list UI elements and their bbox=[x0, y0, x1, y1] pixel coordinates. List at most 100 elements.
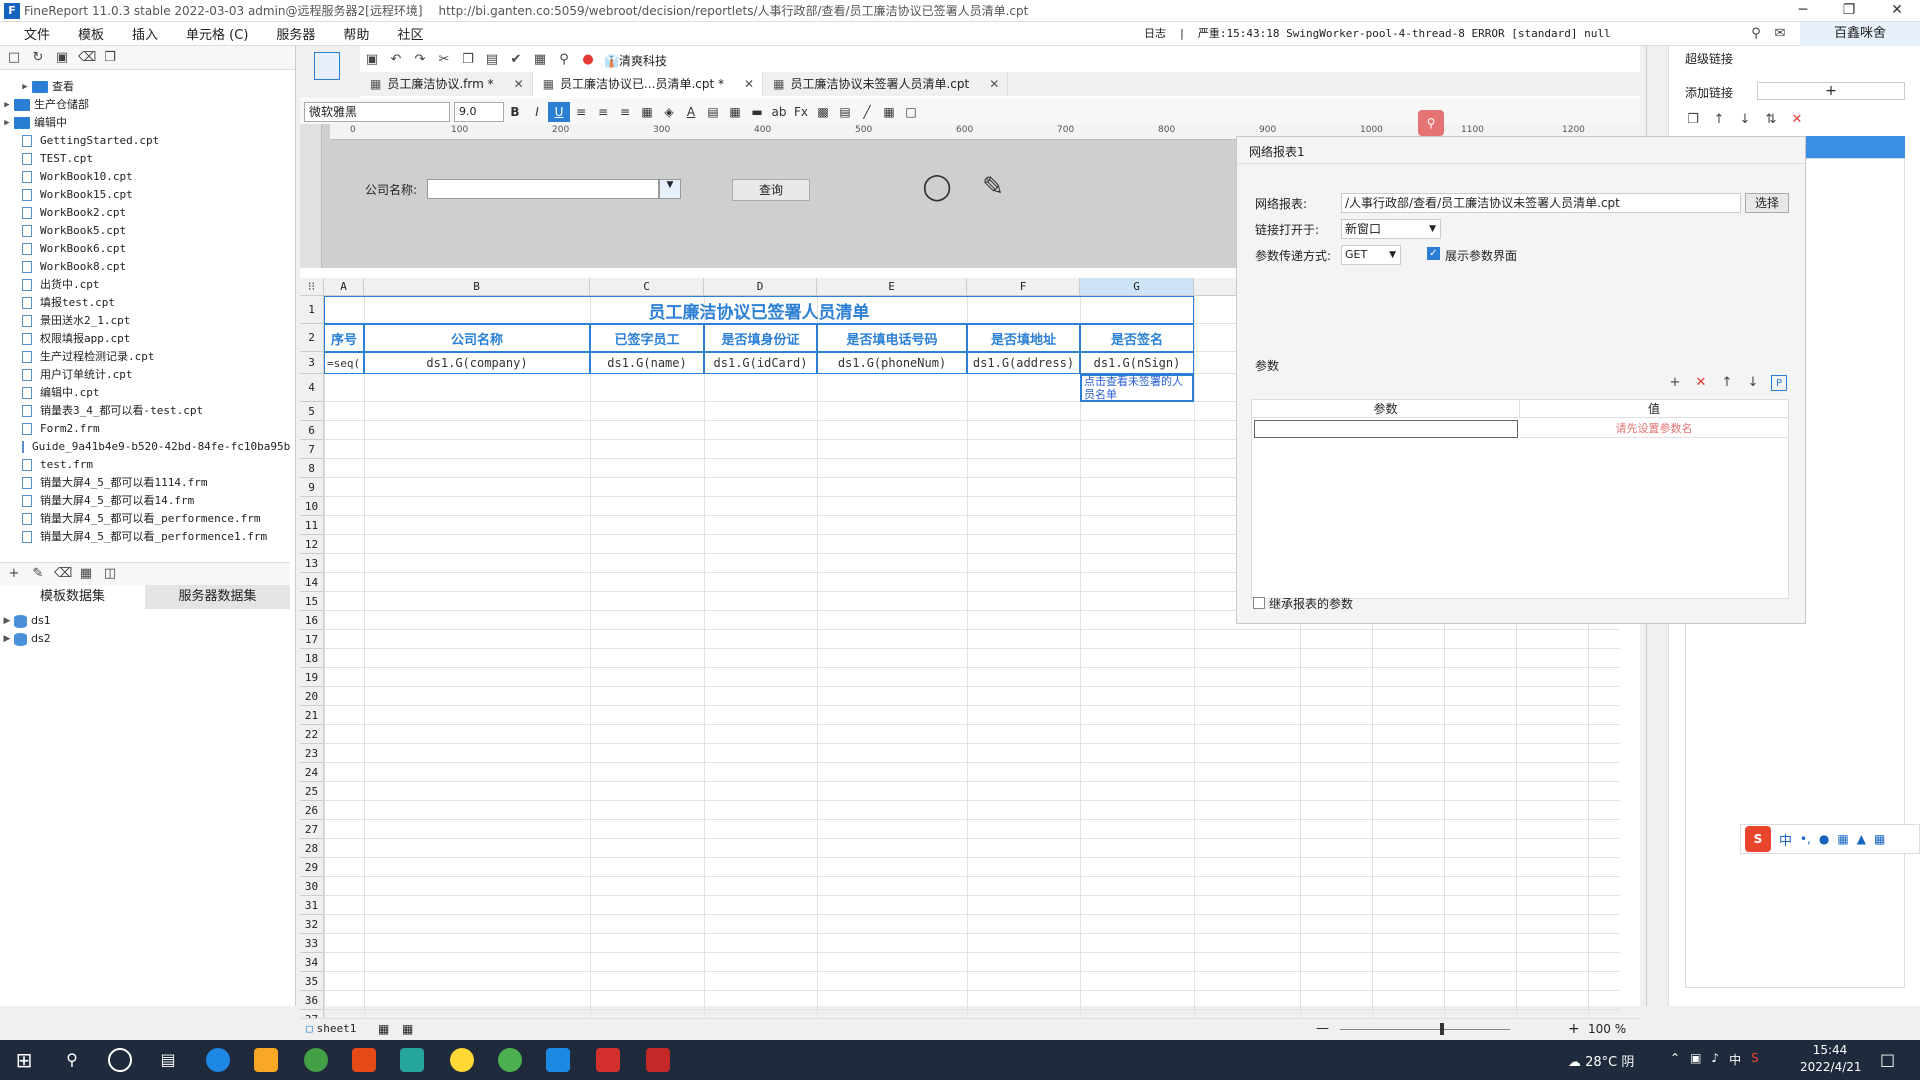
ime-tray-label[interactable]: 中 bbox=[1729, 1051, 1741, 1068]
sogou-tray-icon[interactable]: S bbox=[1751, 1051, 1759, 1068]
new-folder-icon[interactable]: □ bbox=[6, 50, 22, 66]
row-header[interactable]: 26 bbox=[300, 801, 324, 820]
delete-link-icon[interactable]: ✕ bbox=[1789, 112, 1805, 128]
menu-item-1[interactable]: 模板 bbox=[64, 24, 118, 43]
task-view-icon[interactable]: ▤ bbox=[156, 1048, 180, 1072]
dataset-item[interactable]: ▶ ds2 bbox=[0, 630, 290, 648]
insert-text-button[interactable]: ▬ bbox=[746, 102, 768, 122]
tree-item[interactable]: WorkBook10.cpt bbox=[0, 168, 290, 186]
row-header[interactable]: 10 bbox=[300, 497, 324, 516]
more-button[interactable]: □ bbox=[900, 102, 922, 122]
notification-icon[interactable]: □ bbox=[1880, 1050, 1895, 1069]
brand-button[interactable]: 👔清爽科技 bbox=[604, 52, 667, 69]
row-header[interactable]: 30 bbox=[300, 877, 324, 896]
menu-item-3[interactable]: 单元格 (C) bbox=[172, 24, 262, 43]
edit-dataset-icon[interactable]: ✎ bbox=[30, 566, 46, 582]
header-cell[interactable]: 是否签名 bbox=[1080, 324, 1194, 352]
tree-item[interactable]: 编辑中.cpt bbox=[0, 384, 290, 402]
merge-button[interactable]: ▤ bbox=[702, 102, 724, 122]
open-in-select[interactable]: 新窗口 ▼ bbox=[1341, 219, 1441, 239]
copy-cell-icon[interactable]: ❐ bbox=[460, 52, 476, 68]
report-type-icon[interactable] bbox=[314, 52, 340, 80]
row-header[interactable]: 22 bbox=[300, 725, 324, 744]
row-header[interactable]: 27 bbox=[300, 820, 324, 839]
zoom-in-button[interactable]: + bbox=[1568, 1021, 1580, 1037]
tree-item[interactable]: 销量大屏4_5_都可以看1114.frm bbox=[0, 474, 290, 492]
data-cell[interactable]: ds1.G(name) bbox=[590, 352, 704, 374]
sogou-icon[interactable]: S bbox=[1745, 826, 1771, 852]
column-header[interactable]: C bbox=[590, 278, 704, 296]
server-dataset-icon[interactable]: ◫ bbox=[102, 566, 118, 582]
tree-item[interactable]: Guide_9a41b4e9-b520-42bd-84fe-fc10ba95b7 bbox=[0, 438, 290, 456]
hyperlink-cell[interactable]: 点击查看未签署的人员名单 bbox=[1080, 374, 1194, 402]
align-left-button[interactable]: ≡ bbox=[570, 102, 592, 122]
add-dataset-icon[interactable]: + bbox=[6, 566, 22, 582]
row-header[interactable]: 32 bbox=[300, 915, 324, 934]
row-header[interactable]: 17 bbox=[300, 630, 324, 649]
message-icon[interactable]: ✉ bbox=[1772, 26, 1788, 42]
row-header[interactable]: 35 bbox=[300, 972, 324, 991]
youdao-icon[interactable] bbox=[646, 1048, 670, 1072]
param-value-placeholder[interactable]: 请先设置参数名 bbox=[1520, 420, 1788, 438]
row-header[interactable]: 5 bbox=[300, 402, 324, 421]
inherit-checkbox[interactable] bbox=[1253, 597, 1265, 609]
close-window-button[interactable]: ✕ bbox=[1874, 0, 1920, 22]
menu-item-5[interactable]: 帮助 bbox=[329, 24, 383, 43]
row-header[interactable]: 31 bbox=[300, 896, 324, 915]
tree-item[interactable]: 景田送水2_1.cpt bbox=[0, 312, 290, 330]
tree-item[interactable]: 权限填报app.cpt bbox=[0, 330, 290, 348]
row-header[interactable]: 3 bbox=[300, 352, 324, 374]
expand-arrow-icon[interactable]: ▶ bbox=[0, 630, 14, 648]
tree-item[interactable]: WorkBook8.cpt bbox=[0, 258, 290, 276]
row-header[interactable]: 21 bbox=[300, 706, 324, 725]
query-button[interactable]: 查询 bbox=[732, 179, 810, 201]
bold-button[interactable]: B bbox=[504, 102, 526, 122]
font-color-button[interactable]: A bbox=[680, 102, 702, 122]
menu-item-6[interactable]: 社区 bbox=[383, 24, 437, 43]
network-icon[interactable]: ▣ bbox=[1690, 1051, 1701, 1068]
header-cell[interactable]: 是否填地址 bbox=[967, 324, 1080, 352]
image-button[interactable]: ▤ bbox=[834, 102, 856, 122]
save-icon[interactable]: ▣ bbox=[364, 52, 380, 68]
fill-color-button[interactable]: ◈ bbox=[658, 102, 680, 122]
choose-report-button[interactable]: 选择 bbox=[1745, 193, 1789, 213]
move-up-icon[interactable]: ↑ bbox=[1711, 112, 1727, 128]
header-cell[interactable]: 已签字员工 bbox=[590, 324, 704, 352]
floating-search-icon[interactable]: ⚲ bbox=[1418, 110, 1444, 136]
cortana-icon[interactable] bbox=[108, 1048, 132, 1072]
row-header[interactable]: 2 bbox=[300, 324, 324, 352]
alert-icon[interactable]: ● bbox=[580, 52, 596, 68]
row-header[interactable]: 36 bbox=[300, 991, 324, 1010]
tree-item[interactable]: 销量大屏4_5_都可以看_performence1.frm bbox=[0, 528, 290, 546]
finereport-taskbar-icon[interactable] bbox=[546, 1048, 570, 1072]
undo-icon[interactable]: ↶ bbox=[388, 52, 404, 68]
tree-item[interactable]: 销量大屏4_5_都可以看_performence.frm bbox=[0, 510, 290, 528]
row-header[interactable]: 9 bbox=[300, 478, 324, 497]
row-header[interactable]: 6 bbox=[300, 421, 324, 440]
menu-item-2[interactable]: 插入 bbox=[118, 24, 172, 43]
font-size-select[interactable]: 9.0 bbox=[454, 101, 504, 122]
select-all-corner[interactable]: ⁝⁝ bbox=[300, 278, 324, 296]
italic-button[interactable]: I bbox=[526, 102, 548, 122]
user-name[interactable]: 百鑫咪舍 bbox=[1800, 22, 1920, 46]
search-icon[interactable]: ⚲ bbox=[1748, 26, 1764, 42]
refresh-icon[interactable]: ↻ bbox=[30, 50, 46, 66]
tree-item[interactable]: test.frm bbox=[0, 456, 290, 474]
tree-item[interactable]: Form2.frm bbox=[0, 420, 290, 438]
open-icon[interactable]: ▣ bbox=[54, 50, 70, 66]
sort-icon[interactable]: ⇅ bbox=[1763, 112, 1779, 128]
chrome-icon[interactable] bbox=[304, 1048, 328, 1072]
insert-ab-button[interactable]: ab bbox=[768, 102, 790, 122]
volume-icon[interactable]: ♪ bbox=[1711, 1051, 1719, 1068]
param-down-icon[interactable]: ↓ bbox=[1745, 375, 1761, 391]
row-header[interactable]: 23 bbox=[300, 744, 324, 763]
column-header[interactable]: F bbox=[967, 278, 1080, 296]
column-header[interactable]: D bbox=[704, 278, 817, 296]
column-header[interactable]: G bbox=[1080, 278, 1194, 296]
copy-link-icon[interactable]: ❐ bbox=[1685, 112, 1701, 128]
row-header[interactable]: 16 bbox=[300, 611, 324, 630]
add-param-icon[interactable]: + bbox=[1667, 375, 1683, 391]
column-header[interactable]: E bbox=[817, 278, 967, 296]
add-polysheet-icon[interactable]: ▦ bbox=[402, 1022, 413, 1036]
data-cell[interactable]: =seq( bbox=[324, 352, 364, 374]
